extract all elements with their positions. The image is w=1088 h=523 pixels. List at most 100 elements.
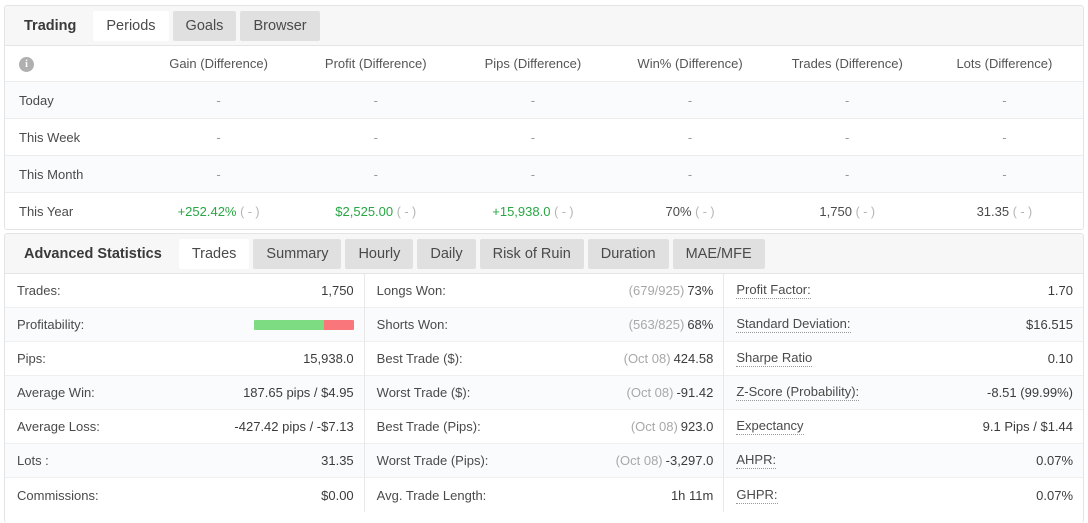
stat-label[interactable]: Expectancy — [736, 418, 803, 435]
stats-tab-mae-mfe[interactable]: MAE/MFE — [673, 239, 765, 269]
stats-title: Advanced Statistics — [11, 239, 175, 269]
stat-value-sub: (Oct 08) — [627, 385, 674, 400]
stat-row-worst-trade: Worst Trade ($):(Oct 08)-91.42 — [365, 376, 724, 410]
stat-row-pips: Pips:15,938.0 — [5, 342, 364, 376]
stat-value: 424.58 — [674, 351, 714, 366]
period-cell: $2,525.00 ( - ) — [297, 193, 454, 230]
period-cell: - — [926, 156, 1083, 193]
stat-row-z-score-probability: Z-Score (Probability):-8.51 (99.99%) — [724, 376, 1083, 410]
stat-label[interactable]: AHPR: — [736, 452, 776, 469]
stat-value-sub: (679/925) — [629, 283, 685, 298]
stat-row-commissions: Commissions: $0.00 — [5, 478, 364, 512]
stats-tab-daily[interactable]: Daily — [417, 239, 475, 269]
stat-value: $16.515 — [1026, 317, 1073, 332]
periods-tab-goals[interactable]: Goals — [173, 11, 237, 41]
stat-value: -427.42 pips / -$7.13 — [234, 419, 353, 434]
stat-value: 31.35 — [321, 453, 354, 468]
stat-value: $0.00 — [321, 488, 354, 503]
periods-row-this-week: This Week------ — [5, 119, 1083, 156]
stat-value: 187.65 pips / $4.95 — [243, 385, 354, 400]
periods-tab-periods[interactable]: Periods — [93, 11, 168, 41]
stat-row-average-win: Average Win:187.65 pips / $4.95 — [5, 376, 364, 410]
period-cell: - — [454, 82, 611, 119]
stat-value: -91.42 — [676, 385, 713, 400]
period-cell: - — [297, 156, 454, 193]
stats-tabstrip: Advanced StatisticsTradesSummaryHourlyDa… — [5, 234, 1083, 274]
stat-label[interactable]: Sharpe Ratio — [736, 350, 812, 367]
stats-tab-summary[interactable]: Summary — [253, 239, 341, 269]
periods-table-head: iGain (Difference)Profit (Difference)Pip… — [5, 46, 1083, 82]
stat-label: Best Trade (Pips): — [377, 419, 481, 434]
stat-label: Shorts Won: — [377, 317, 448, 332]
stat-label[interactable]: Profit Factor: — [736, 282, 810, 299]
periods-col-header-win-difference: Win% (Difference) — [611, 46, 768, 82]
period-cell-value: $2,525.00 — [335, 204, 393, 219]
period-cell: - — [926, 119, 1083, 156]
stat-value: -3,297.0 — [666, 453, 714, 468]
period-cell: - — [297, 119, 454, 156]
period-cell-value: 70% — [666, 204, 692, 219]
periods-col-header-profit-difference: Profit (Difference) — [297, 46, 454, 82]
periods-table: iGain (Difference)Profit (Difference)Pip… — [5, 46, 1083, 229]
period-cell: - — [140, 119, 297, 156]
period-cell-difference: ( - ) — [695, 205, 714, 219]
stats-column-right: Profit Factor: 1.70 Standard Deviation: $16… — [723, 274, 1083, 512]
periods-col-header-pips-difference: Pips (Difference) — [454, 46, 611, 82]
stat-label[interactable]: Z-Score (Probability): — [736, 384, 859, 401]
stat-label: Trades: — [17, 283, 61, 298]
periods-panel: TradingPeriodsGoalsBrowser iGain (Differ… — [4, 5, 1084, 230]
stats-body: Trades:1,750Profitability:Pips:15,938.0A… — [5, 274, 1083, 512]
stat-value-wrap: 0.07% — [1036, 453, 1073, 468]
stats-tab-risk-of-ruin[interactable]: Risk of Ruin — [480, 239, 584, 269]
period-cell-value: - — [531, 93, 535, 108]
periods-row-today: Today------ — [5, 82, 1083, 119]
stat-row-worst-trade-pips: Worst Trade (Pips):(Oct 08)-3,297.0 — [365, 444, 724, 478]
stat-row-standard-deviation: Standard Deviation: $16.515 — [724, 308, 1083, 342]
stat-row-shorts-won: Shorts Won: (563/825)68% — [365, 308, 724, 342]
stat-value-sub: (Oct 08) — [624, 351, 671, 366]
stat-value: 1.70 — [1048, 283, 1073, 298]
stat-value-wrap: $0.00 — [321, 488, 354, 503]
periods-title: Trading — [11, 11, 89, 41]
stat-value-wrap: 15,938.0 — [303, 351, 354, 366]
period-cell: - — [611, 119, 768, 156]
stat-row-avg-trade-length: Avg. Trade Length:1h 11m — [365, 478, 724, 512]
stat-label[interactable]: Standard Deviation: — [736, 316, 850, 333]
periods-tab-browser[interactable]: Browser — [240, 11, 319, 41]
stats-tab-hourly[interactable]: Hourly — [345, 239, 413, 269]
period-cell-value: - — [216, 130, 220, 145]
stats-tab-duration[interactable]: Duration — [588, 239, 669, 269]
period-cell: - — [769, 82, 926, 119]
period-cell-value: - — [374, 93, 378, 108]
period-cell-value: - — [845, 130, 849, 145]
period-cell: - — [140, 82, 297, 119]
period-cell: - — [454, 119, 611, 156]
period-cell-value: - — [374, 167, 378, 182]
stat-value-wrap: (Oct 08)923.0 — [631, 419, 714, 434]
stat-value-sub: (563/825) — [629, 317, 685, 332]
stat-row-lots: Lots :31.35 — [5, 444, 364, 478]
stats-column-middle: Longs Won:(679/925)73%Shorts Won:(563/82… — [364, 274, 724, 512]
period-cell-value: - — [845, 93, 849, 108]
stat-value-wrap: 1.70 — [1048, 283, 1073, 298]
stat-value-wrap: (Oct 08)-91.42 — [627, 385, 714, 400]
stat-value: 0.07% — [1036, 488, 1073, 503]
period-cell: - — [611, 156, 768, 193]
period-cell: - — [140, 156, 297, 193]
period-cell-value: - — [1002, 130, 1006, 145]
stat-label: Commissions: — [17, 488, 99, 503]
period-cell-difference: ( - ) — [554, 205, 573, 219]
period-cell: - — [611, 82, 768, 119]
stat-label: Longs Won: — [377, 283, 446, 298]
page-root: TradingPeriodsGoalsBrowser iGain (Differ… — [0, 0, 1088, 523]
stat-label[interactable]: GHPR: — [736, 487, 777, 504]
stat-value-wrap: 187.65 pips / $4.95 — [243, 385, 354, 400]
stat-row-average-loss: Average Loss:-427.42 pips / -$7.13 — [5, 410, 364, 444]
stat-value-wrap: (563/825)68% — [629, 317, 714, 332]
periods-header-row: iGain (Difference)Profit (Difference)Pip… — [5, 46, 1083, 82]
info-icon[interactable]: i — [19, 57, 34, 72]
period-cell-value: - — [531, 167, 535, 182]
stats-tab-trades[interactable]: Trades — [179, 239, 250, 269]
stat-row-profit-factor: Profit Factor: 1.70 — [724, 274, 1083, 308]
period-cell: +15,938.0 ( - ) — [454, 193, 611, 230]
